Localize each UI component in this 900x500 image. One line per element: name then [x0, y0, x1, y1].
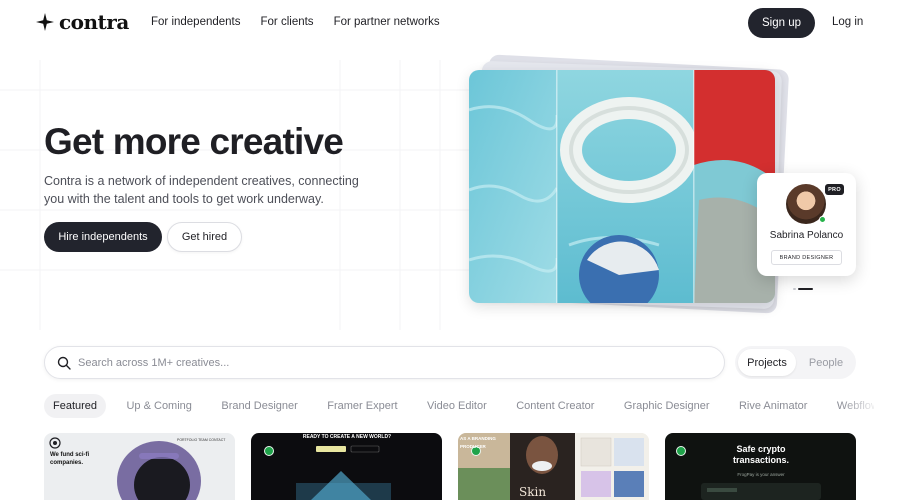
signup-button[interactable]: Sign up [748, 8, 815, 38]
hero-subtitle: Contra is a network of independent creat… [44, 174, 359, 206]
login-link[interactable]: Log in [832, 16, 863, 28]
category-filter-bar: Featured Up & Coming Brand Designer Fram… [44, 394, 874, 418]
nav-links: For independents For clients For partner… [151, 16, 440, 28]
project-card-4[interactable]: Safe crypto transactions. FrogPay is you… [665, 433, 856, 500]
carousel-dots [793, 288, 813, 290]
category-video-editor[interactable]: Video Editor [418, 394, 496, 418]
project-1-nav: PORTFOLIO TEAM CONTACT [177, 438, 226, 442]
project-card-1[interactable]: We fund sci-fi companies. PORTFOLIO TEAM… [44, 433, 235, 500]
profile-role-tag: BRAND DESIGNER [771, 250, 842, 265]
category-featured[interactable]: Featured [44, 394, 107, 418]
nav-link-independents[interactable]: For independents [151, 16, 241, 28]
project-2-headline: READY TO CREATE A NEW WORLD? [302, 434, 392, 440]
carousel-dot-1[interactable] [793, 288, 796, 290]
top-nav: contra For independents For clients For … [0, 0, 900, 46]
project-4-subtext: FrogPay is your answer [737, 472, 785, 477]
hero-title: Get more creative [44, 121, 344, 162]
profile-name: Sabrina Polanco [769, 230, 844, 241]
project-4-headline: Safe crypto transactions. [732, 444, 790, 465]
nav-link-clients[interactable]: For clients [261, 16, 314, 28]
logo-wordmark: contra [59, 10, 129, 34]
get-hired-button[interactable]: Get hired [167, 222, 242, 252]
project-2-artwork [296, 445, 391, 500]
pool-illustration [469, 70, 775, 303]
verified-badge-icon [676, 446, 686, 456]
project-3-headline: AS A BRANDING PRODUCER [460, 436, 496, 449]
project-3-subtext: Skin [519, 485, 547, 499]
verified-badge-icon [264, 446, 274, 456]
category-content-creator[interactable]: Content Creator [507, 394, 603, 418]
category-fade-overlay [840, 394, 880, 418]
category-framer-expert[interactable]: Framer Expert [318, 394, 406, 418]
project-1-headline: We fund sci-fi companies. [50, 452, 90, 466]
hire-independents-button[interactable]: Hire independents [44, 222, 162, 252]
category-up-and-coming[interactable]: Up & Coming [117, 394, 200, 418]
search-type-toggle: Projects People [735, 346, 856, 379]
search-bar[interactable] [44, 346, 725, 379]
toggle-projects[interactable]: Projects [738, 349, 796, 376]
nav-link-partner-networks[interactable]: For partner networks [334, 16, 440, 28]
contra-star-icon [36, 13, 54, 31]
online-status-indicator [819, 216, 826, 223]
pro-badge: PRO [825, 184, 844, 195]
search-icon [57, 356, 71, 370]
hero-pool-image[interactable] [469, 70, 775, 303]
category-brand-designer[interactable]: Brand Designer [212, 394, 306, 418]
search-input[interactable] [78, 347, 708, 378]
carousel-dot-2[interactable] [798, 288, 813, 290]
contra-logo[interactable]: contra [36, 11, 129, 33]
category-graphic-designer[interactable]: Graphic Designer [615, 394, 719, 418]
project-card-3[interactable]: AS A BRANDING PRODUCER Skin [458, 433, 649, 500]
featured-profile-card[interactable]: PRO Sabrina Polanco BRAND DESIGNER [757, 173, 856, 276]
project-card-2[interactable]: READY TO CREATE A NEW WORLD? [251, 433, 442, 500]
toggle-people[interactable]: People [799, 349, 853, 376]
category-rive-animator[interactable]: Rive Animator [730, 394, 816, 418]
